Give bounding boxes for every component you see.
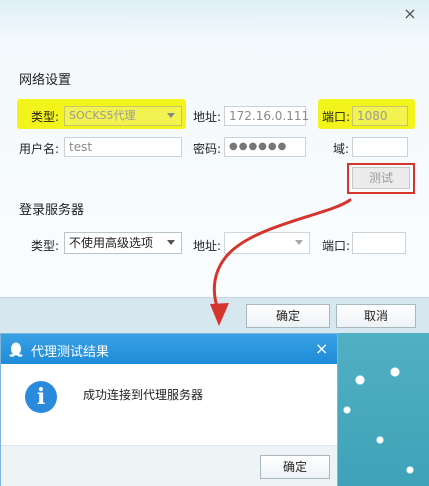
info-icon: i (25, 381, 57, 413)
dialog-title-bar: 代理测试结果 × (1, 334, 337, 364)
dialog-title: 代理测试结果 (31, 345, 110, 360)
dialog-footer: 确定 (1, 445, 337, 486)
close-dialog-icon[interactable]: × (315, 339, 328, 358)
dialog-message: 成功连接到代理服务器 (83, 388, 204, 402)
dialog-ok-button[interactable]: 确定 (260, 455, 330, 479)
proxy-test-dialog: 代理测试结果 × i 成功连接到代理服务器 确定 (0, 333, 338, 486)
qq-penguin-icon (9, 342, 23, 357)
